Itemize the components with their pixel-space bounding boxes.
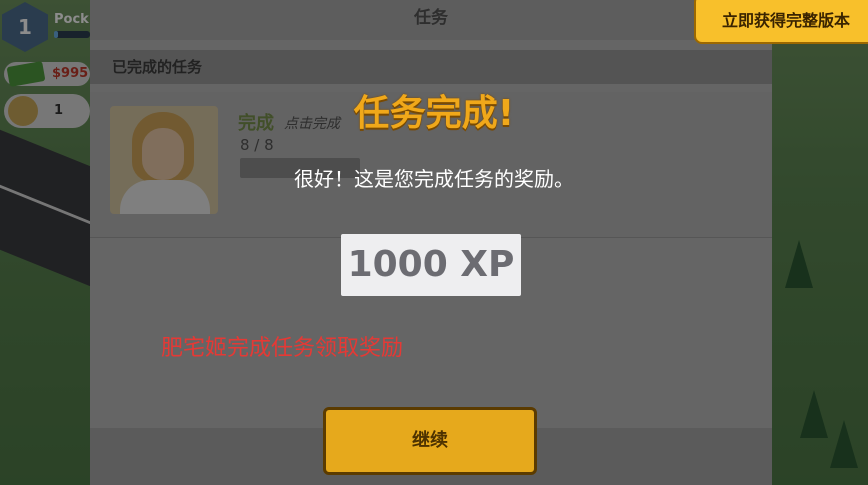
popup-title: 任务完成! — [353, 93, 515, 134]
caption-text: 肥宅姬完成任务领取奖励 — [161, 336, 404, 361]
popup-message: 很好！这是您完成任务的奖励。 — [294, 167, 574, 191]
continue-button[interactable]: 继续 — [323, 407, 537, 475]
xp-reward: 1000 XP — [341, 234, 521, 296]
get-full-version-button[interactable]: 立即获得完整版本 — [694, 0, 868, 44]
